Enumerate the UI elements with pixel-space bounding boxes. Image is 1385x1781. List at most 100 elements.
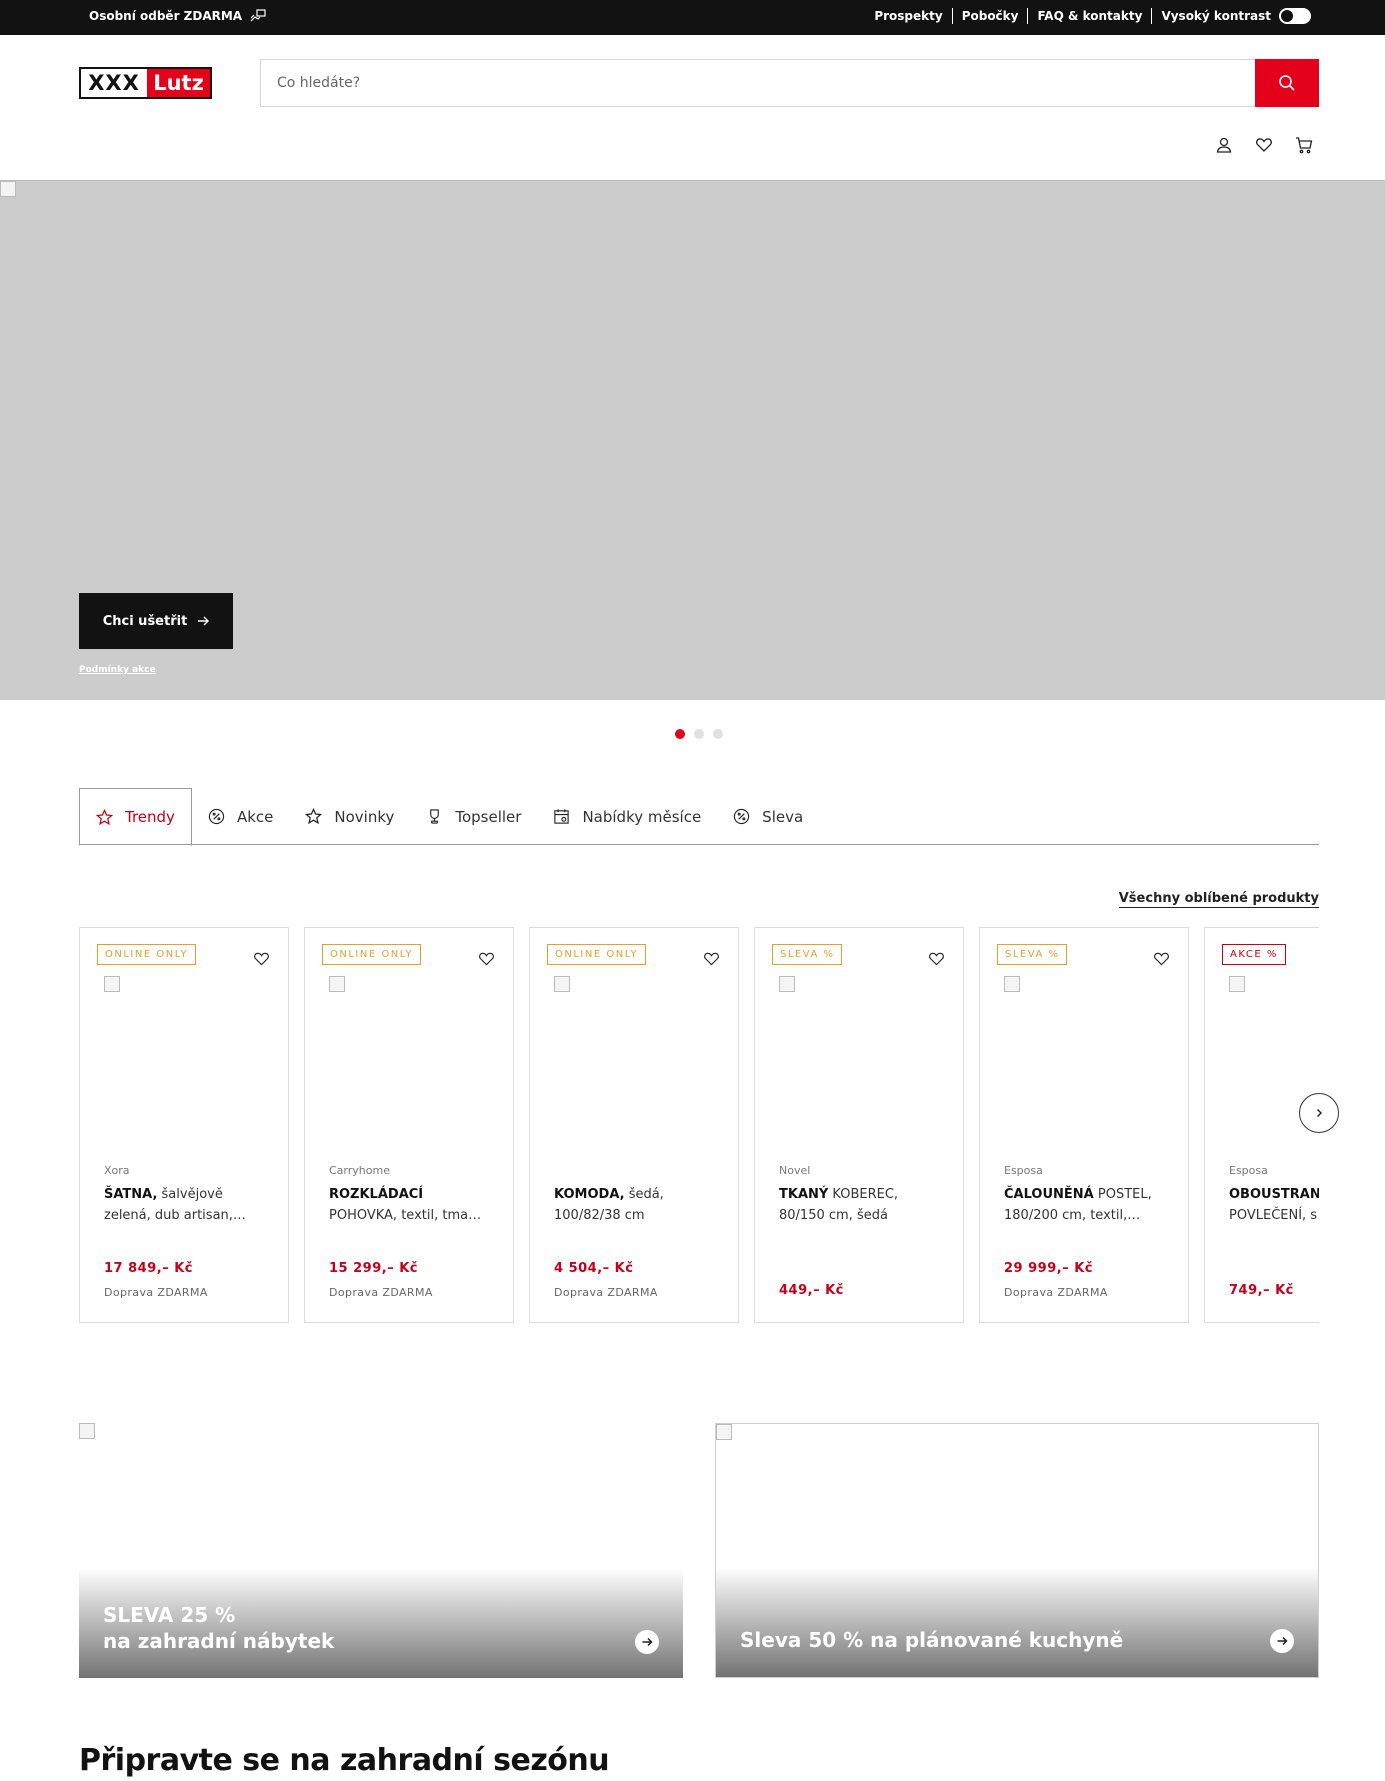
link-faq[interactable]: FAQ & kontakty [1028, 8, 1153, 24]
product-tabs: Trendy Akce Novinky Topseller Nabídky mě… [79, 788, 1319, 846]
product-image[interactable] [1229, 976, 1245, 992]
tab-label: Topseller [455, 807, 522, 826]
promo-arrow-button[interactable] [635, 1630, 659, 1654]
product-name-rest: šedá, [624, 1187, 664, 1202]
promo-image [79, 1423, 95, 1439]
product-name-line2: POVLEČENÍ, s [1229, 1208, 1318, 1223]
product-name[interactable]: OBOUSTRAN POVLEČENÍ, s [1229, 1184, 1319, 1226]
product-image[interactable] [779, 976, 795, 992]
product-name[interactable]: ROZKLÁDACÍ POHOVKA, textil, tma… [329, 1184, 499, 1226]
product-name-bold: TKANÝ [779, 1187, 829, 1202]
top-bar: Osobní odběr ZDARMA Prospekty Pobočky FA… [0, 0, 1385, 35]
heart-icon[interactable] [1255, 136, 1273, 154]
tab-label: Nabídky měsíce [582, 807, 702, 826]
pickup-label: Osobní odběr ZDARMA [89, 9, 243, 23]
top-links: Prospekty Pobočky FAQ & kontakty Vysoký … [865, 8, 1311, 24]
product-shipping: Doprava ZDARMA [329, 1286, 433, 1299]
wishlist-heart-icon[interactable] [253, 951, 270, 966]
wishlist-heart-icon[interactable] [478, 951, 495, 966]
product-price: 15 299,– Kč [329, 1261, 418, 1276]
product-name-line2: zelená, dub artisan,… [104, 1208, 246, 1223]
pickup-icon [250, 9, 266, 22]
product-name-rest: šalvějově [157, 1187, 223, 1202]
product-card[interactable]: SLEVA % Novel TKANÝ KOBEREC, 80/150 cm, … [754, 927, 964, 1323]
wishlist-heart-icon[interactable] [703, 951, 720, 966]
wishlist-heart-icon[interactable] [1153, 951, 1170, 966]
pickup-promo[interactable]: Osobní odběr ZDARMA [89, 9, 266, 23]
arrow-right-icon [642, 1637, 653, 1647]
promo-tile-garden[interactable]: SLEVA 25 % na zahradní nábytek [79, 1423, 683, 1678]
carousel-dot-1[interactable] [675, 729, 685, 739]
product-name-rest: KOBEREC, [828, 1187, 899, 1202]
product-price: 449,– Kč [779, 1283, 844, 1298]
logo[interactable]: XXX Lutz [79, 67, 212, 99]
hero-terms-link[interactable]: Podmínky akce [79, 665, 156, 675]
product-image[interactable] [104, 976, 120, 992]
promo-line2: Sleva 50 % na plánované kuchyně [740, 1628, 1124, 1652]
product-name-bold: ČALOUNĚNÁ [1004, 1187, 1094, 1202]
product-brand: Novel [779, 1164, 811, 1177]
carousel-dot-2[interactable] [694, 729, 704, 739]
product-name-bold: OBOUSTRAN [1229, 1187, 1319, 1202]
header-icons [1215, 136, 1313, 154]
product-name[interactable]: TKANÝ KOBEREC, 80/150 cm, šedá [779, 1184, 949, 1226]
tab-trendy[interactable]: Trendy [79, 788, 192, 846]
user-icon[interactable] [1215, 136, 1233, 154]
link-prospekty[interactable]: Prospekty [865, 8, 953, 24]
product-card[interactable]: ONLINE ONLY KOMODA, šedá, 100/82/38 cm 4… [529, 927, 739, 1323]
trophy-icon [430, 809, 440, 824]
promo-line2: na zahradní nábytek [103, 1629, 335, 1653]
cart-icon[interactable] [1295, 136, 1313, 154]
star-icon [305, 808, 323, 825]
wishlist-heart-icon[interactable] [928, 951, 945, 966]
chevron-right-icon [1317, 1109, 1322, 1117]
logo-xxx: XXX [88, 71, 140, 95]
high-contrast-toggle[interactable] [1279, 8, 1311, 24]
promo-tile-kitchen[interactable]: Sleva 50 % na plánované kuchyně [715, 1423, 1319, 1678]
product-card[interactable]: ONLINE ONLY Xora ŠATNA, šalvějově zelená… [79, 927, 289, 1323]
all-favorites-link[interactable]: Všechny oblíbené produkty [1118, 891, 1319, 908]
product-card[interactable]: SLEVA % Esposa ČALOUNĚNÁ POSTEL, 180/200… [979, 927, 1189, 1323]
product-shipping: Doprava ZDARMA [554, 1286, 658, 1299]
hero-cta-button[interactable]: Chci ušetřit [79, 593, 233, 649]
hero-banner: Chci ušetřit Podmínky akce [0, 180, 1385, 700]
carousel-dots [675, 729, 723, 739]
product-brand: Xora [104, 1164, 130, 1177]
search-button[interactable] [1255, 59, 1319, 107]
tab-akce[interactable]: Akce [192, 788, 289, 845]
promo-arrow-button[interactable] [1270, 1629, 1294, 1653]
product-image[interactable] [554, 976, 570, 992]
carousel-dot-3[interactable] [713, 729, 723, 739]
logo-lutz: Lutz [147, 69, 210, 97]
product-card[interactable]: AKCE % Esposa OBOUSTRAN POVLEČENÍ, s 749… [1204, 927, 1319, 1323]
product-image[interactable] [1004, 976, 1020, 992]
product-name-bold: ROZKLÁDACÍ [329, 1187, 424, 1202]
product-price: 4 504,– Kč [554, 1261, 634, 1276]
search-input[interactable] [261, 60, 1255, 106]
product-badge: ONLINE ONLY [322, 944, 422, 965]
tab-topseller[interactable]: Topseller [410, 788, 537, 845]
tab-sleva[interactable]: Sleva [717, 788, 819, 845]
product-image[interactable] [329, 976, 345, 992]
product-price: 17 849,– Kč [104, 1261, 193, 1276]
high-contrast-label: Vysoký kontrast [1161, 9, 1271, 23]
star-icon [96, 808, 113, 825]
tab-novinky[interactable]: Novinky [289, 788, 410, 845]
product-name[interactable]: KOMODA, šedá, 100/82/38 cm [554, 1184, 724, 1226]
product-card[interactable]: ONLINE ONLY Carryhome ROZKLÁDACÍ POHOVKA… [304, 927, 514, 1323]
product-name-bold: KOMODA, [554, 1187, 625, 1202]
product-name-line2: 80/150 cm, šedá [779, 1208, 888, 1223]
tab-label: Sleva [762, 807, 804, 826]
product-shipping: Doprava ZDARMA [104, 1286, 208, 1299]
hero-image-placeholder [0, 181, 16, 197]
tab-label: Novinky [334, 807, 395, 826]
product-name[interactable]: ŠATNA, šalvějově zelená, dub artisan,… [104, 1184, 274, 1226]
carousel-next-button[interactable] [1299, 1093, 1339, 1133]
product-badge: ONLINE ONLY [547, 944, 647, 965]
product-name[interactable]: ČALOUNĚNÁ POSTEL, 180/200 cm, textil,… [1004, 1184, 1174, 1226]
tab-label: Trendy [125, 808, 175, 826]
link-pobocky[interactable]: Pobočky [953, 8, 1029, 24]
tab-nabidky-mesice[interactable]: Nabídky měsíce [537, 788, 717, 845]
product-name-bold: ŠATNA, [104, 1187, 158, 1202]
tab-label: Akce [236, 807, 274, 826]
